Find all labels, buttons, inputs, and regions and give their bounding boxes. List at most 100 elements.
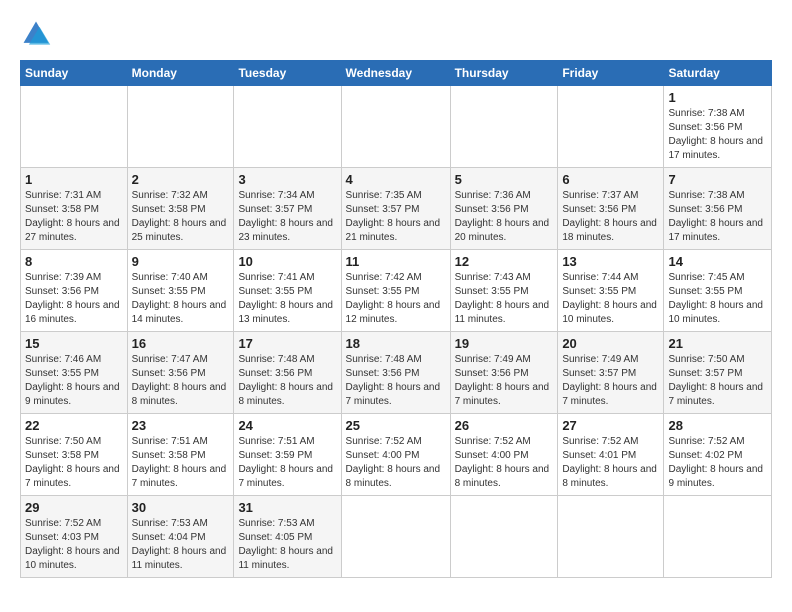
header-cell-sunday: Sunday — [21, 61, 128, 86]
day-info: Sunrise: 7:51 AMSunset: 3:59 PMDaylight:… — [238, 436, 333, 489]
day-cell-5: 5 Sunrise: 7:36 AMSunset: 3:56 PMDayligh… — [450, 168, 558, 250]
empty-cell — [558, 86, 664, 168]
day-cell-14: 14 Sunrise: 7:45 AMSunset: 3:55 PMDaylig… — [664, 250, 772, 332]
day-number: 22 — [25, 418, 123, 433]
empty-cell — [450, 86, 558, 168]
day-info: Sunrise: 7:42 AMSunset: 3:55 PMDaylight:… — [346, 272, 441, 325]
day-cell-25: 25 Sunrise: 7:52 AMSunset: 4:00 PMDaylig… — [341, 414, 450, 496]
day-cell-21: 21 Sunrise: 7:50 AMSunset: 3:57 PMDaylig… — [664, 332, 772, 414]
day-number: 21 — [668, 336, 767, 351]
day-cell-6: 6 Sunrise: 7:37 AMSunset: 3:56 PMDayligh… — [558, 168, 664, 250]
day-info: Sunrise: 7:52 AMSunset: 4:00 PMDaylight:… — [455, 436, 550, 489]
day-cell-7: 7 Sunrise: 7:38 AMSunset: 3:56 PMDayligh… — [664, 168, 772, 250]
day-info: Sunrise: 7:49 AMSunset: 3:57 PMDaylight:… — [562, 354, 657, 407]
week-row: 8 Sunrise: 7:39 AMSunset: 3:56 PMDayligh… — [21, 250, 772, 332]
day-number: 25 — [346, 418, 446, 433]
day-info: Sunrise: 7:53 AMSunset: 4:05 PMDaylight:… — [238, 518, 333, 571]
logo-icon — [20, 18, 52, 50]
day-cell-10: 10 Sunrise: 7:41 AMSunset: 3:55 PMDaylig… — [234, 250, 341, 332]
day-number: 23 — [132, 418, 230, 433]
day-info: Sunrise: 7:38 AMSunset: 3:56 PMDaylight:… — [668, 190, 763, 243]
day-info: Sunrise: 7:32 AMSunset: 3:58 PMDaylight:… — [132, 190, 227, 243]
day-cell-15: 15 Sunrise: 7:46 AMSunset: 3:55 PMDaylig… — [21, 332, 128, 414]
day-cell-12: 12 Sunrise: 7:43 AMSunset: 3:55 PMDaylig… — [450, 250, 558, 332]
day-cell-29: 29 Sunrise: 7:52 AMSunset: 4:03 PMDaylig… — [21, 496, 128, 578]
day-number: 5 — [455, 172, 554, 187]
day-cell-1: 1 Sunrise: 7:38 AMSunset: 3:56 PMDayligh… — [664, 86, 772, 168]
calendar: SundayMondayTuesdayWednesdayThursdayFrid… — [20, 60, 772, 578]
empty-cell — [234, 86, 341, 168]
day-number: 26 — [455, 418, 554, 433]
header-cell-friday: Friday — [558, 61, 664, 86]
day-info: Sunrise: 7:50 AMSunset: 3:58 PMDaylight:… — [25, 436, 120, 489]
day-number: 6 — [562, 172, 659, 187]
day-number: 27 — [562, 418, 659, 433]
day-number: 1 — [668, 90, 767, 105]
day-info: Sunrise: 7:52 AMSunset: 4:03 PMDaylight:… — [25, 518, 120, 571]
day-number: 18 — [346, 336, 446, 351]
day-info: Sunrise: 7:41 AMSunset: 3:55 PMDaylight:… — [238, 272, 333, 325]
day-info: Sunrise: 7:52 AMSunset: 4:01 PMDaylight:… — [562, 436, 657, 489]
day-info: Sunrise: 7:45 AMSunset: 3:55 PMDaylight:… — [668, 272, 763, 325]
day-cell-22: 22 Sunrise: 7:50 AMSunset: 3:58 PMDaylig… — [21, 414, 128, 496]
day-info: Sunrise: 7:35 AMSunset: 3:57 PMDaylight:… — [346, 190, 441, 243]
day-info: Sunrise: 7:53 AMSunset: 4:04 PMDaylight:… — [132, 518, 227, 571]
header-cell-wednesday: Wednesday — [341, 61, 450, 86]
day-info: Sunrise: 7:36 AMSunset: 3:56 PMDaylight:… — [455, 190, 550, 243]
empty-cell — [341, 496, 450, 578]
day-cell-31: 31 Sunrise: 7:53 AMSunset: 4:05 PMDaylig… — [234, 496, 341, 578]
day-info: Sunrise: 7:31 AMSunset: 3:58 PMDaylight:… — [25, 190, 120, 243]
day-info: Sunrise: 7:51 AMSunset: 3:58 PMDaylight:… — [132, 436, 227, 489]
day-cell-8: 8 Sunrise: 7:39 AMSunset: 3:56 PMDayligh… — [21, 250, 128, 332]
day-number: 12 — [455, 254, 554, 269]
day-number: 16 — [132, 336, 230, 351]
day-number: 11 — [346, 254, 446, 269]
day-info: Sunrise: 7:49 AMSunset: 3:56 PMDaylight:… — [455, 354, 550, 407]
day-info: Sunrise: 7:37 AMSunset: 3:56 PMDaylight:… — [562, 190, 657, 243]
day-info: Sunrise: 7:52 AMSunset: 4:02 PMDaylight:… — [668, 436, 763, 489]
day-number: 10 — [238, 254, 336, 269]
header-cell-saturday: Saturday — [664, 61, 772, 86]
page: SundayMondayTuesdayWednesdayThursdayFrid… — [0, 0, 792, 612]
day-cell-16: 16 Sunrise: 7:47 AMSunset: 3:56 PMDaylig… — [127, 332, 234, 414]
week-row: 22 Sunrise: 7:50 AMSunset: 3:58 PMDaylig… — [21, 414, 772, 496]
day-info: Sunrise: 7:50 AMSunset: 3:57 PMDaylight:… — [668, 354, 763, 407]
day-cell-23: 23 Sunrise: 7:51 AMSunset: 3:58 PMDaylig… — [127, 414, 234, 496]
day-info: Sunrise: 7:40 AMSunset: 3:55 PMDaylight:… — [132, 272, 227, 325]
day-number: 2 — [132, 172, 230, 187]
day-info: Sunrise: 7:43 AMSunset: 3:55 PMDaylight:… — [455, 272, 550, 325]
header-cell-thursday: Thursday — [450, 61, 558, 86]
day-info: Sunrise: 7:38 AMSunset: 3:56 PMDaylight:… — [668, 108, 763, 161]
day-cell-24: 24 Sunrise: 7:51 AMSunset: 3:59 PMDaylig… — [234, 414, 341, 496]
empty-cell — [664, 496, 772, 578]
empty-cell — [127, 86, 234, 168]
week-row: 1 Sunrise: 7:38 AMSunset: 3:56 PMDayligh… — [21, 86, 772, 168]
day-number: 4 — [346, 172, 446, 187]
header-row: SundayMondayTuesdayWednesdayThursdayFrid… — [21, 61, 772, 86]
empty-cell — [450, 496, 558, 578]
day-number: 9 — [132, 254, 230, 269]
day-info: Sunrise: 7:39 AMSunset: 3:56 PMDaylight:… — [25, 272, 120, 325]
day-cell-3: 3 Sunrise: 7:34 AMSunset: 3:57 PMDayligh… — [234, 168, 341, 250]
day-number: 3 — [238, 172, 336, 187]
day-info: Sunrise: 7:48 AMSunset: 3:56 PMDaylight:… — [346, 354, 441, 407]
day-cell-28: 28 Sunrise: 7:52 AMSunset: 4:02 PMDaylig… — [664, 414, 772, 496]
day-cell-17: 17 Sunrise: 7:48 AMSunset: 3:56 PMDaylig… — [234, 332, 341, 414]
day-cell-20: 20 Sunrise: 7:49 AMSunset: 3:57 PMDaylig… — [558, 332, 664, 414]
day-cell-13: 13 Sunrise: 7:44 AMSunset: 3:55 PMDaylig… — [558, 250, 664, 332]
day-number: 24 — [238, 418, 336, 433]
logo — [20, 18, 58, 50]
header-cell-tuesday: Tuesday — [234, 61, 341, 86]
day-cell-27: 27 Sunrise: 7:52 AMSunset: 4:01 PMDaylig… — [558, 414, 664, 496]
day-number: 28 — [668, 418, 767, 433]
day-number: 7 — [668, 172, 767, 187]
week-row: 1 Sunrise: 7:31 AMSunset: 3:58 PMDayligh… — [21, 168, 772, 250]
day-number: 8 — [25, 254, 123, 269]
empty-cell — [21, 86, 128, 168]
day-number: 30 — [132, 500, 230, 515]
day-number: 19 — [455, 336, 554, 351]
day-number: 20 — [562, 336, 659, 351]
header — [20, 18, 772, 50]
empty-cell — [558, 496, 664, 578]
day-cell-9: 9 Sunrise: 7:40 AMSunset: 3:55 PMDayligh… — [127, 250, 234, 332]
